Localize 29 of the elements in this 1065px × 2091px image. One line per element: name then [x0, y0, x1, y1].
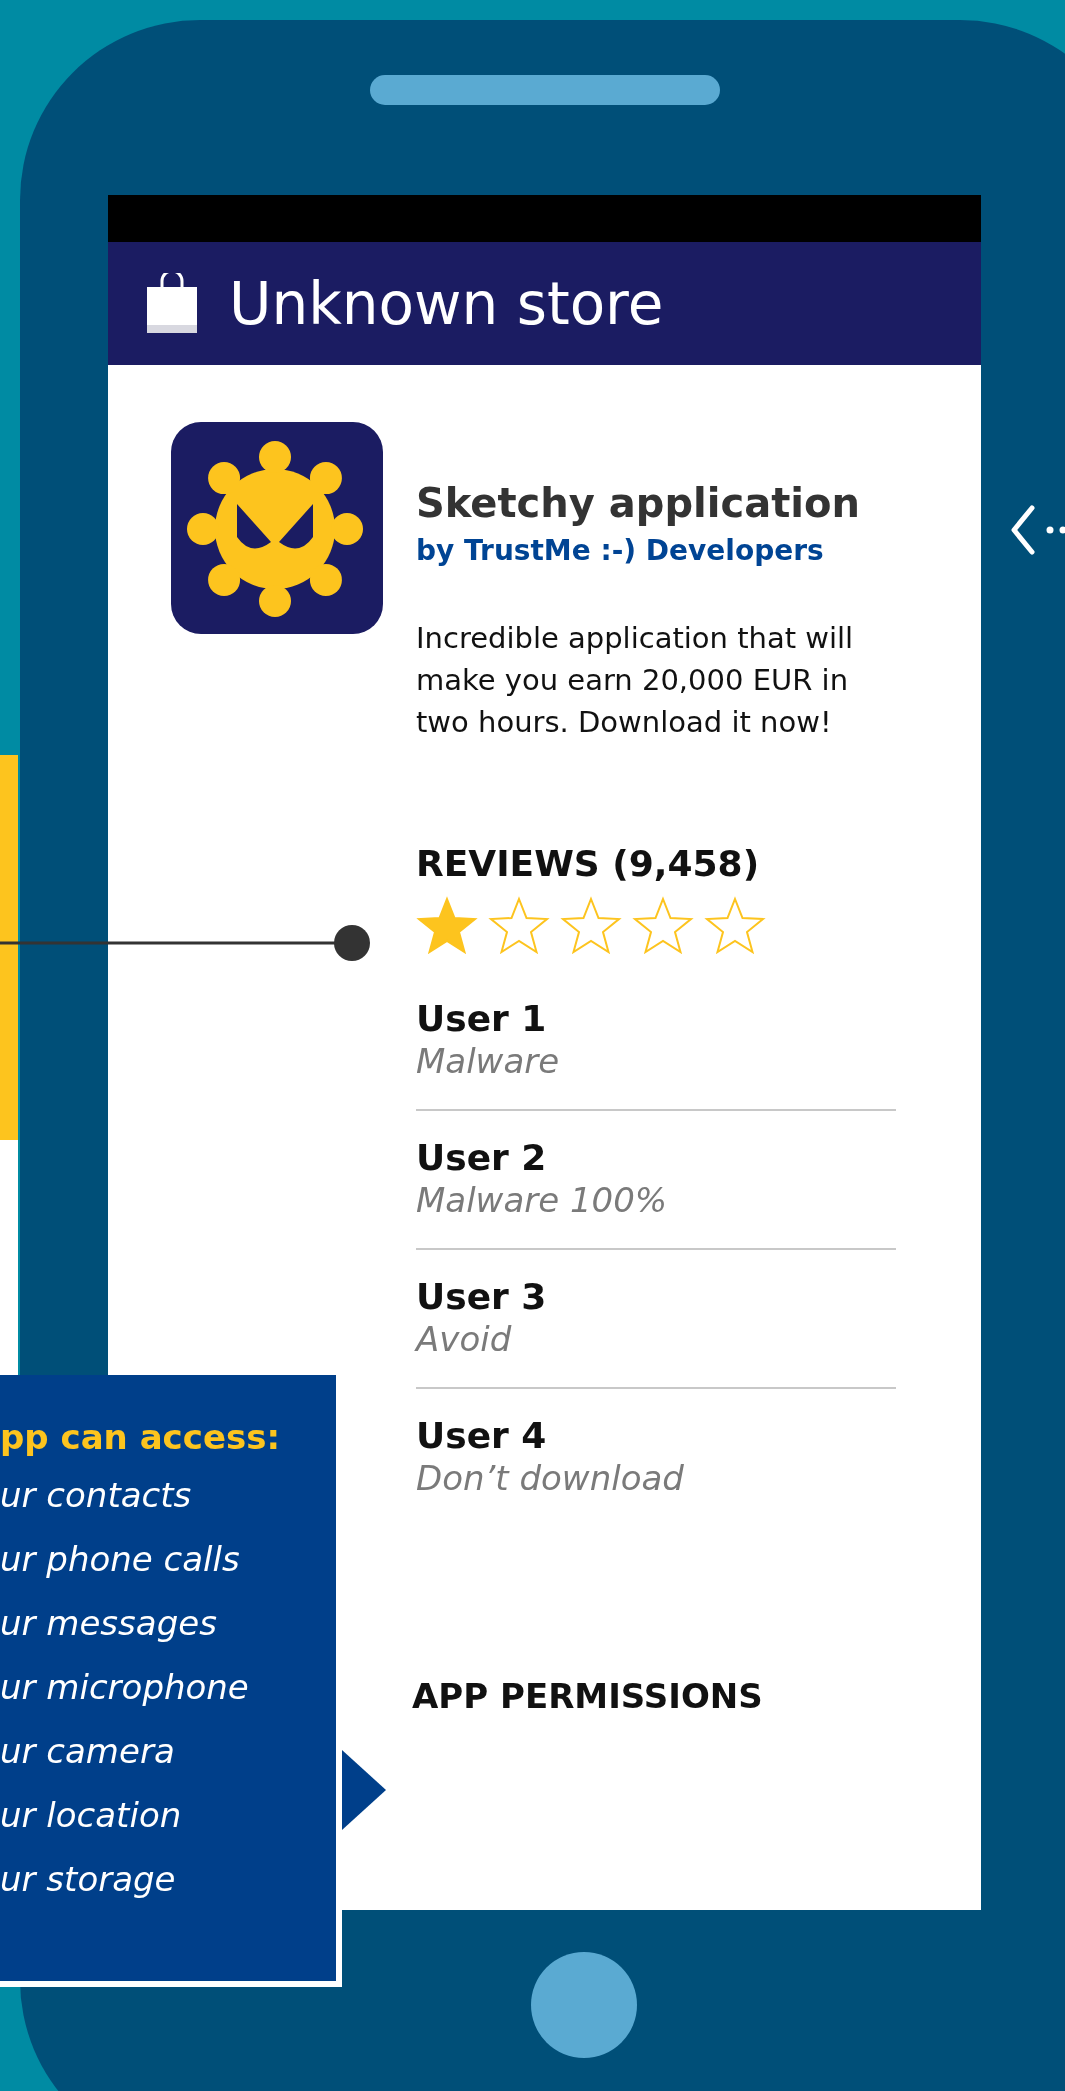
empty-star-icon: [632, 896, 694, 956]
reviews-heading: REVIEWS (9,458): [416, 843, 761, 884]
permission-item: ur phone calls: [0, 1538, 241, 1581]
review-comment: Malware: [416, 1041, 561, 1081]
developer-link[interactable]: by TrustMe :-) Developers: [416, 534, 936, 567]
app-icon: [171, 422, 383, 634]
empty-star-icon: [704, 896, 766, 956]
empty-star-icon: [560, 896, 622, 956]
app-name: Sketchy application: [416, 480, 861, 526]
filled-star-icon: [416, 896, 478, 956]
permission-item: ur storage: [0, 1858, 177, 1901]
permission-item: ur camera: [0, 1730, 176, 1773]
review-comment: Don’t download: [416, 1458, 685, 1498]
review-user: User 4: [416, 1415, 548, 1456]
permission-item: ur microphone: [0, 1666, 250, 1709]
permission-item: ur messages: [0, 1602, 218, 1645]
review-comment: Avoid: [416, 1319, 513, 1359]
empty-star-icon: [488, 896, 550, 956]
shopping-bag-icon: [145, 272, 199, 335]
review-comment: Malware 100%: [416, 1180, 669, 1220]
permission-item: ur contacts: [0, 1474, 193, 1517]
review-user: User 2: [416, 1137, 548, 1178]
callout-heading: pp can access:: [0, 1417, 282, 1457]
review-user: User 3: [416, 1276, 548, 1317]
review-user: User 1: [416, 998, 548, 1039]
store-title: Unknown store: [229, 269, 664, 338]
app-permissions-link[interactable]: APP PERMISSIONS: [412, 1676, 936, 1716]
app-description: Incredible application that will make you earn 20,000 EUR in two hours. Download it now!: [416, 620, 855, 741]
permission-item: ur location: [0, 1794, 183, 1837]
